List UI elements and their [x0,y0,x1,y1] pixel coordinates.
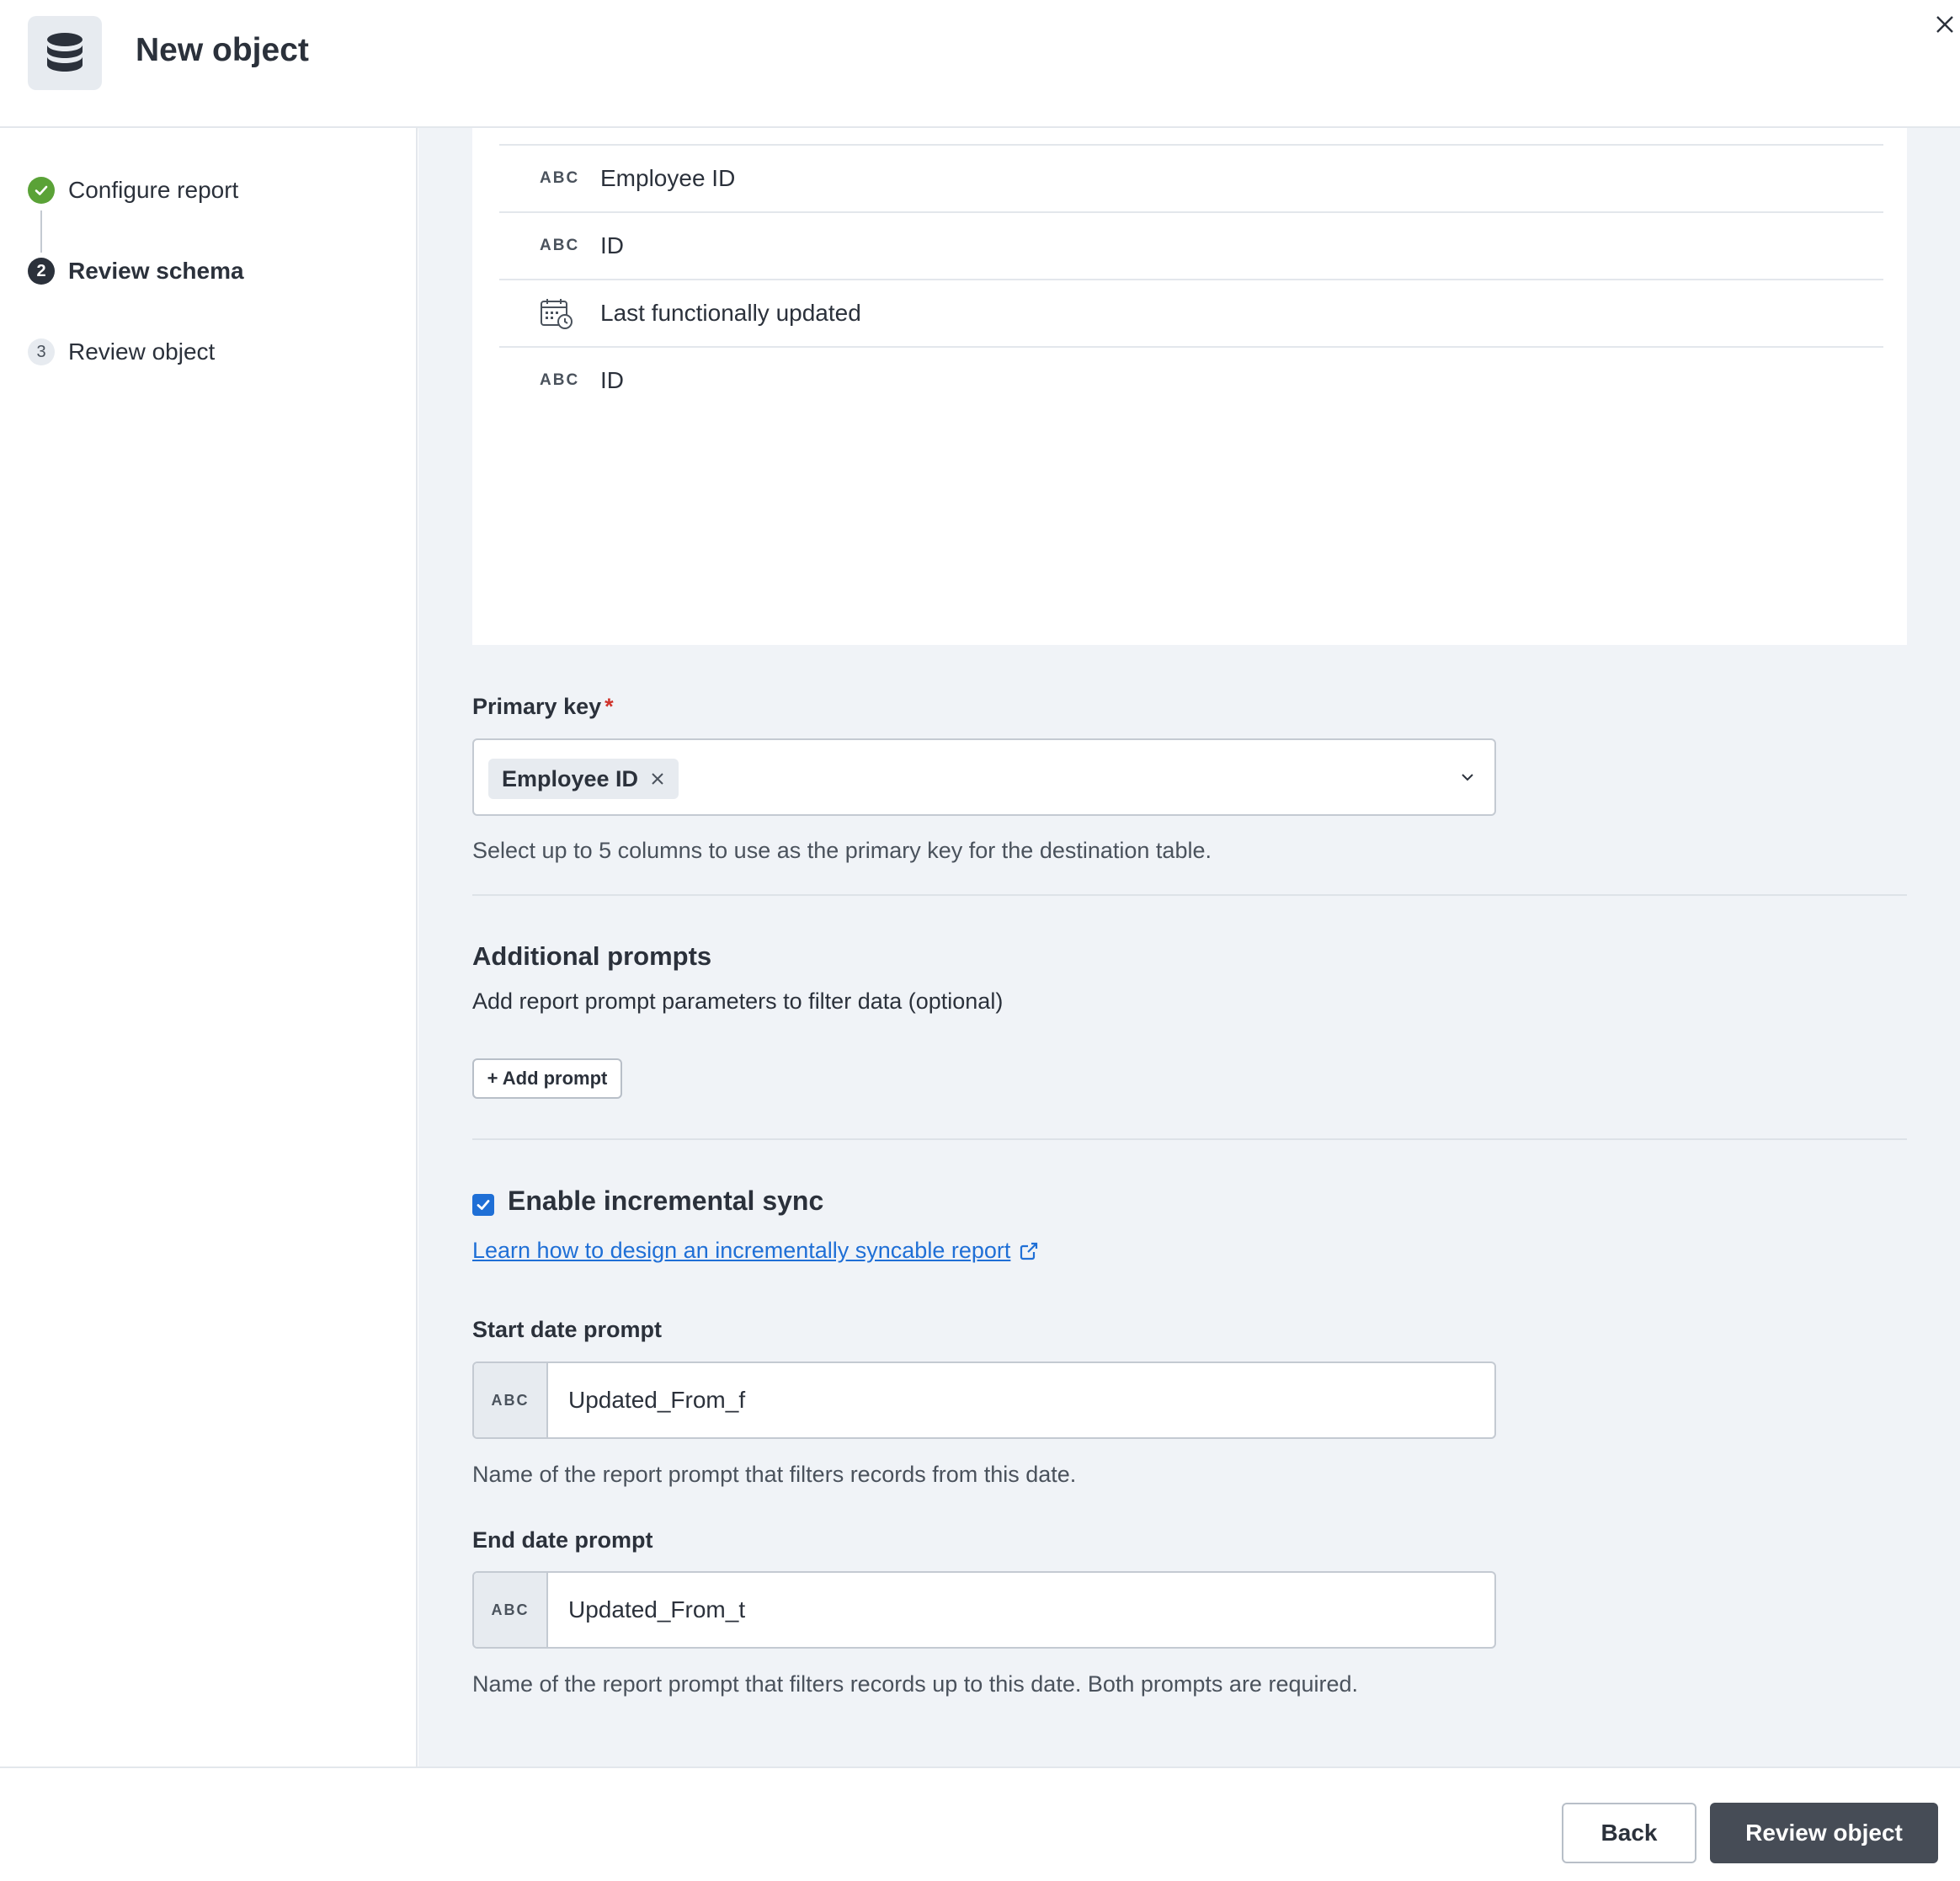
step-connector [40,210,42,253]
primary-key-label: Primary key * [472,694,614,720]
modal-header: New object [0,0,1960,128]
stepper-sidebar: Configure report 2 Review schema 3 Revie… [0,128,418,1766]
section-divider [472,894,1907,896]
step-number: 2 [28,258,55,285]
start-date-value[interactable]: Updated_From_f [548,1363,745,1437]
add-prompt-button[interactable]: + Add prompt [472,1058,622,1099]
calendar-clock-icon [540,297,600,329]
schema-row: ABC Employee ID [499,144,1883,211]
step-configure-report[interactable]: Configure report [28,177,238,204]
start-date-input[interactable]: ABC Updated_From_f [472,1361,1496,1439]
schema-column-list[interactable]: ABC Employee ID ABC ID Last functionally… [472,128,1907,645]
modal-footer: Back Review object [0,1766,1960,1881]
end-date-value[interactable]: Updated_From_t [548,1573,745,1647]
learn-incremental-link[interactable]: Learn how to design an incrementally syn… [472,1238,1039,1264]
review-object-button[interactable]: Review object [1710,1803,1938,1863]
additional-prompts-title: Additional prompts [472,941,712,971]
close-icon [1936,16,1953,33]
additional-prompts-description: Add report prompt parameters to filter d… [472,988,1004,1014]
external-link-icon [1019,1241,1039,1261]
database-icon [28,16,102,90]
column-name: ID [600,232,624,258]
primary-key-label-text: Primary key [472,694,602,719]
end-date-help: Name of the report prompt that filters r… [472,1671,1359,1697]
column-name: Employee ID [600,165,736,191]
chevron-down-icon[interactable] [1459,769,1476,790]
primary-key-help: Select up to 5 columns to use as the pri… [472,838,1212,863]
required-marker: * [605,694,614,719]
link-text[interactable]: Learn how to design an incrementally syn… [472,1238,1010,1264]
main-content[interactable]: ABC Employee ID ABC ID Last functionally… [418,128,1960,1766]
step-number: 3 [28,338,55,365]
start-date-label: Start date prompt [472,1317,663,1342]
schema-row: ABC ID [499,346,1883,413]
page-title: New object [136,32,309,68]
step-review-schema[interactable]: 2 Review schema [28,258,244,285]
close-icon [652,773,663,785]
selected-chip: Employee ID [488,759,679,799]
checkmark-icon [477,1200,490,1210]
back-button[interactable]: Back [1562,1803,1696,1863]
end-date-label: End date prompt [472,1527,653,1553]
string-type-label: ABC [540,237,580,254]
string-type-label: ABC [540,169,580,187]
step-label: Review schema [68,258,244,284]
end-date-input[interactable]: ABC Updated_From_t [472,1571,1496,1649]
column-name: Last functionally updated [600,300,861,326]
section-divider [472,1138,1907,1140]
close-button[interactable] [1932,12,1957,37]
string-type-label: ABC [540,371,580,389]
column-name: ID [600,367,624,393]
check-circle-icon [28,177,55,204]
primary-key-select[interactable]: Employee ID [472,738,1496,816]
chip-remove-button[interactable] [650,771,665,786]
step-label: Configure report [68,177,239,203]
step-review-object[interactable]: 3 Review object [28,338,215,365]
string-type-prefix: ABC [474,1363,548,1437]
schema-row: Last functionally updated [499,279,1883,346]
incremental-sync-checkbox[interactable] [472,1194,494,1216]
step-label: Review object [68,338,216,365]
string-type-prefix: ABC [474,1573,548,1647]
chip-label: Employee ID [502,765,639,791]
schema-row: ABC ID [499,211,1883,279]
start-date-help: Name of the report prompt that filters r… [472,1462,1077,1487]
incremental-sync-label[interactable]: Enable incremental sync [508,1186,823,1217]
